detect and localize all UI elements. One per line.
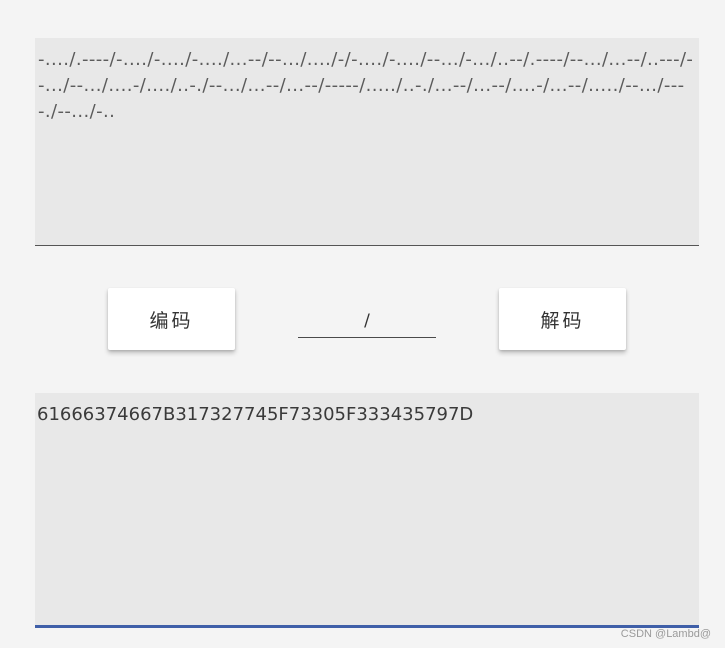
csdn-watermark: CSDN @Lambd@ — [620, 628, 711, 640]
encode-button[interactable]: 编码 — [108, 288, 235, 350]
result-output-textarea[interactable]: 61666374667B317327745F73305F333435797D — [35, 393, 699, 628]
morse-input-textarea[interactable]: -..../.----/-..../-..../-..../...--/--..… — [35, 38, 699, 246]
decode-button[interactable]: 解码 — [499, 288, 626, 350]
separator-input[interactable] — [298, 304, 436, 338]
